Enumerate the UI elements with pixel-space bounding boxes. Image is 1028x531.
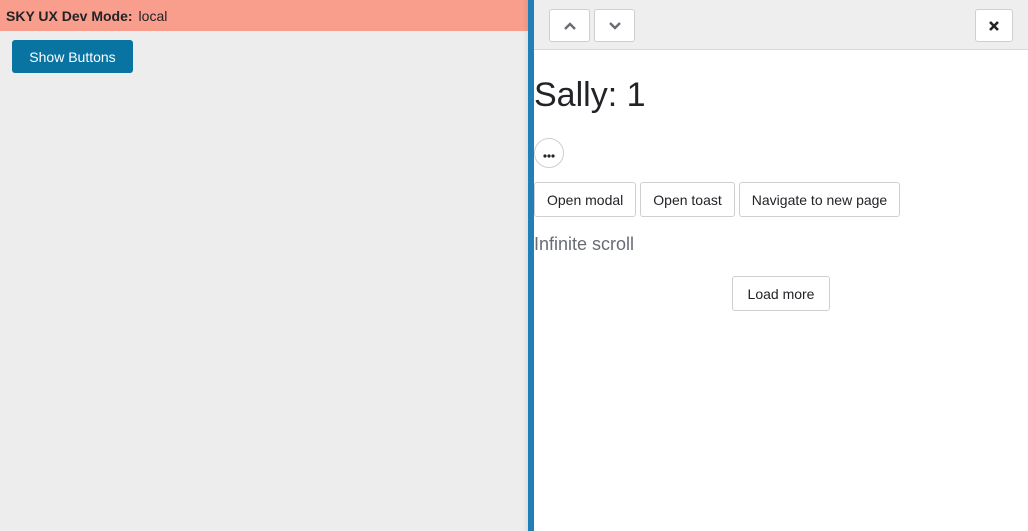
close-flyout-button[interactable] — [975, 9, 1013, 42]
dev-mode-banner: SKY UX Dev Mode: local — [0, 0, 528, 31]
chevron-up-icon — [563, 21, 577, 31]
navigate-new-page-button[interactable]: Navigate to new page — [738, 182, 901, 217]
action-button-row: Open modal Open toast Navigate to new pa… — [534, 182, 901, 217]
previous-record-button[interactable] — [549, 9, 590, 42]
flyout-panel: Sally: 1 Open modal Open toast Navigate … — [528, 0, 1028, 531]
flyout-header — [534, 0, 1028, 50]
open-modal-button[interactable]: Open modal — [534, 182, 637, 217]
chevron-down-icon — [608, 21, 622, 31]
infinite-scroll-heading: Infinite scroll — [534, 234, 635, 254]
show-buttons-button[interactable]: Show Buttons — [12, 40, 133, 73]
dev-mode-label: SKY UX Dev Mode: — [6, 7, 133, 24]
ellipsis-icon — [543, 146, 555, 161]
flyout-title: Sally: 1 — [534, 76, 646, 114]
load-more-button[interactable]: Load more — [732, 276, 830, 311]
open-toast-button[interactable]: Open toast — [640, 182, 735, 217]
context-menu-button[interactable] — [534, 138, 564, 168]
dev-mode-value: local — [138, 7, 168, 24]
next-record-button[interactable] — [594, 9, 635, 42]
close-icon — [988, 20, 1000, 32]
